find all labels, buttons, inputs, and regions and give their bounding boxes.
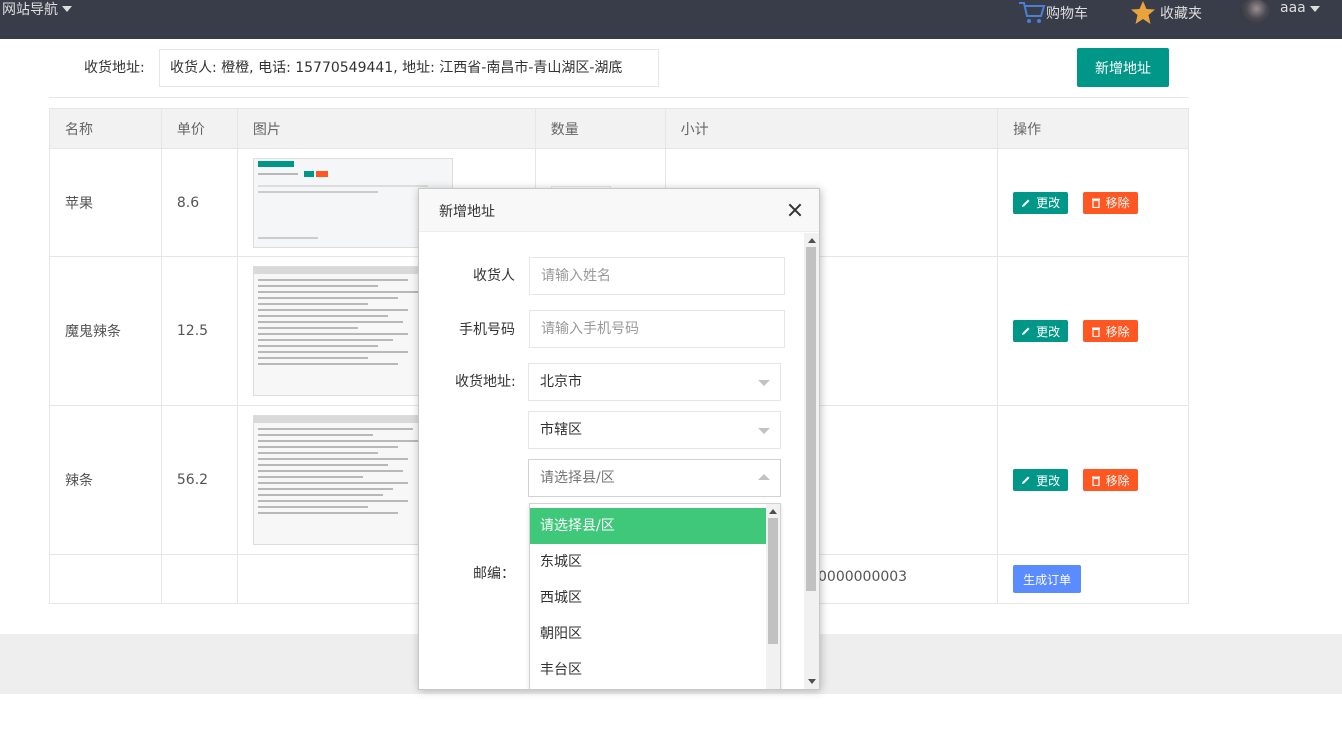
remove-button[interactable]: 移除 — [1082, 191, 1138, 214]
cart-icon — [1019, 2, 1046, 23]
product-price: 12.5 — [160, 256, 238, 406]
dropdown-scrollbar[interactable] — [766, 504, 780, 689]
column-header: 操作 — [997, 108, 1189, 149]
chevron-down-icon — [62, 6, 72, 12]
site-nav-label: 网站导航 — [2, 2, 58, 18]
phone-input[interactable]: 请输入手机号码 — [529, 310, 785, 348]
divider — [49, 97, 1189, 98]
scroll-up-icon[interactable] — [808, 238, 816, 243]
chevron-down-icon — [758, 428, 770, 434]
district-option[interactable]: 请选择县/区 — [530, 508, 766, 544]
consignee-input[interactable]: 请输入姓名 — [529, 257, 785, 295]
address-label: 收货地址: — [84, 60, 145, 76]
dialog-scrollbar[interactable] — [804, 233, 819, 689]
pencil-icon — [1022, 199, 1030, 207]
order-cell: 生成订单 — [997, 554, 1189, 604]
actions-cell: 更改 移除 — [997, 405, 1189, 555]
pencil-icon — [1022, 476, 1030, 484]
scroll-down-icon[interactable] — [808, 679, 816, 684]
scroll-up-icon[interactable] — [769, 509, 777, 514]
favorites-label: 收藏夹 — [1160, 6, 1202, 22]
consignee-label: 收货人 — [473, 268, 515, 284]
column-header: 名称 — [49, 108, 162, 149]
column-header: 小计 — [664, 108, 999, 149]
address-field-label: 收货地址: — [455, 374, 516, 390]
site-nav-menu[interactable]: 网站导航 — [2, 0, 72, 18]
dialog-header: 新增地址 — [419, 189, 819, 232]
remove-button[interactable]: 移除 — [1082, 469, 1138, 491]
chevron-down-icon — [758, 380, 770, 386]
dialog-title: 新增地址 — [439, 204, 495, 220]
remove-label: 移除 — [1105, 324, 1130, 339]
city-select[interactable]: 市辖区 — [528, 411, 781, 449]
order-number: 0000000003 — [818, 569, 908, 585]
generate-order-button[interactable]: 生成订单 — [1013, 565, 1082, 593]
add-address-dialog: 新增地址 收货人 请输入姓名 手机号码 请输入手机号码 收货地址: 北京市 市辖… — [418, 188, 820, 690]
zip-label: 邮编： — [473, 566, 515, 582]
city-value: 市辖区 — [540, 422, 582, 438]
table-header-row: 名称 单价 图片 数量 小计 操作 — [49, 108, 1189, 149]
chevron-up-icon — [758, 474, 770, 480]
province-value: 北京市 — [540, 374, 582, 390]
edit-button[interactable]: 更改 — [1013, 191, 1069, 214]
favorites-link[interactable]: 收藏夹 — [1130, 0, 1202, 26]
actions-cell: 更改 移除 — [997, 148, 1189, 257]
pencil-icon — [1022, 327, 1030, 335]
edit-label: 更改 — [1036, 324, 1061, 339]
column-header: 数量 — [534, 108, 666, 149]
district-placeholder: 请选择县/区 — [540, 470, 615, 486]
product-name: 辣条 — [49, 405, 162, 555]
user-menu[interactable]: aaa — [1240, 0, 1320, 26]
cart-label: 购物车 — [1046, 6, 1088, 22]
district-option[interactable]: 朝阳区 — [530, 616, 766, 652]
address-select[interactable]: 收货人: 橙橙, 电话: 15770549441, 地址: 江西省-南昌市-青山… — [159, 49, 659, 87]
cart-link[interactable]: 购物车 — [1018, 0, 1088, 26]
column-header: 单价 — [160, 108, 238, 149]
district-dropdown: 请选择县/区 东城区 西城区 朝阳区 丰台区 — [529, 503, 781, 689]
scrollbar-thumb[interactable] — [806, 247, 816, 591]
district-select[interactable]: 请选择县/区 — [528, 459, 781, 497]
remove-label: 移除 — [1105, 196, 1130, 210]
edit-button[interactable]: 更改 — [1013, 320, 1069, 342]
edit-label: 更改 — [1036, 196, 1061, 210]
remove-label: 移除 — [1105, 473, 1130, 488]
avatar — [1240, 0, 1270, 23]
district-option[interactable]: 西城区 — [530, 580, 766, 616]
product-name: 魔鬼辣条 — [49, 256, 162, 406]
trash-icon — [1091, 327, 1100, 337]
star-icon — [1131, 1, 1155, 24]
edit-button[interactable]: 更改 — [1013, 469, 1069, 491]
edit-label: 更改 — [1036, 473, 1061, 488]
column-header: 图片 — [236, 108, 536, 149]
close-icon[interactable] — [788, 203, 802, 217]
product-price: 56.2 — [160, 405, 238, 555]
scrollbar-thumb[interactable] — [768, 518, 778, 644]
trash-icon — [1091, 476, 1100, 486]
chevron-down-icon — [1309, 6, 1320, 12]
product-name: 苹果 — [49, 148, 162, 257]
add-address-button[interactable]: 新增地址 — [1077, 48, 1169, 87]
remove-button[interactable]: 移除 — [1082, 320, 1138, 342]
product-price: 8.6 — [160, 148, 238, 257]
actions-cell: 更改 移除 — [997, 256, 1189, 406]
province-select[interactable]: 北京市 — [528, 363, 781, 401]
district-option[interactable]: 丰台区 — [530, 652, 766, 688]
phone-label: 手机号码 — [459, 322, 515, 338]
top-navbar: 网站导航 购物车 收藏夹 aaa — [0, 0, 1342, 39]
username: aaa — [1280, 0, 1306, 16]
trash-icon — [1091, 198, 1100, 208]
district-option[interactable]: 东城区 — [530, 544, 766, 580]
